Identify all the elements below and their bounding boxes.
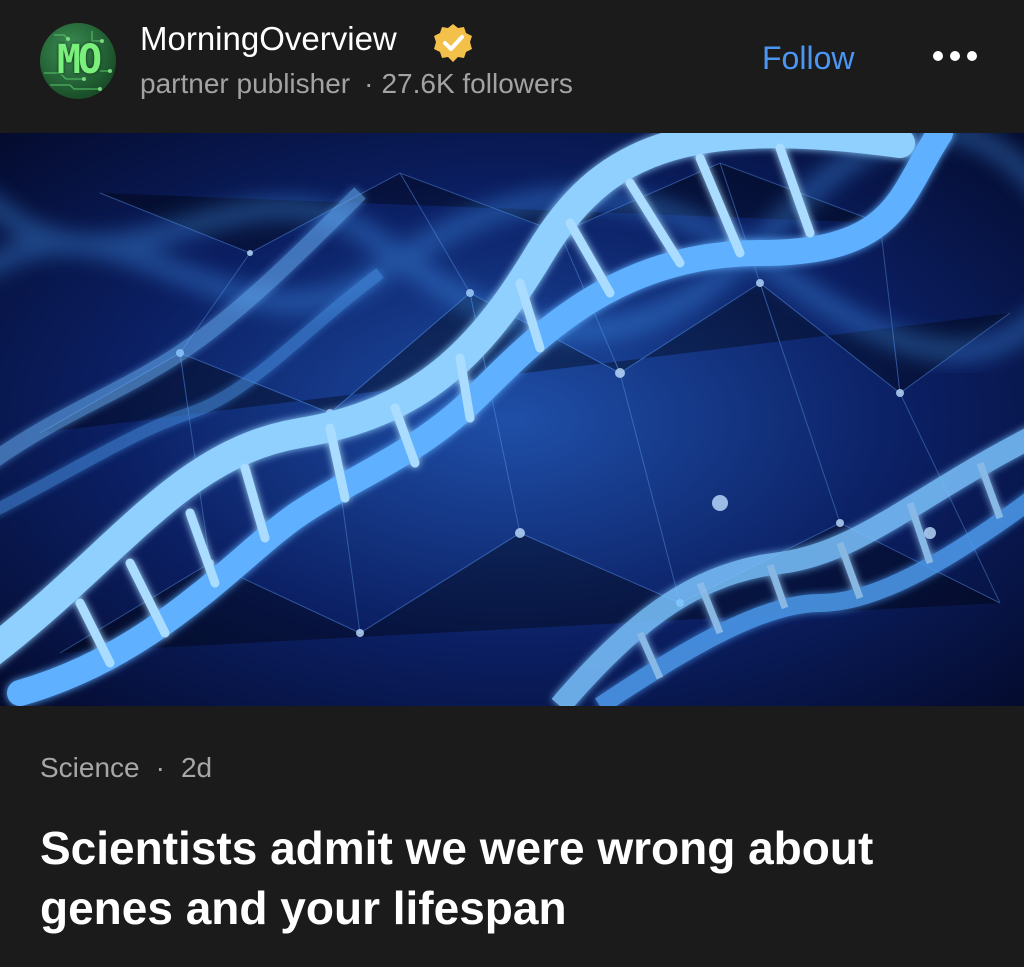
category-label[interactable]: Science: [40, 752, 140, 783]
publisher-role: partner publisher: [140, 68, 351, 99]
meta-separator: ·: [155, 752, 165, 783]
publisher-avatar[interactable]: MO: [40, 23, 116, 99]
more-horizontal-icon[interactable]: [930, 46, 980, 66]
publisher-header: MO MorningOverview partner publisher · 27.…: [0, 0, 1024, 133]
avatar-initials: MO: [56, 37, 102, 83]
verified-badge-icon: [434, 24, 472, 62]
meta-separator: ·: [364, 68, 374, 99]
article-meta: Science · 2d: [40, 752, 212, 784]
article-age: 2d: [180, 752, 213, 783]
article-image[interactable]: [0, 133, 1024, 706]
publisher-name[interactable]: MorningOverview: [140, 20, 397, 58]
follower-count: 27.6K followers: [381, 68, 573, 99]
publisher-meta: partner publisher · 27.6K followers: [140, 68, 573, 100]
follow-button[interactable]: Follow: [762, 40, 854, 77]
dna-helix-image: [0, 133, 1024, 706]
article-title[interactable]: Scientists admit we were wrong about gen…: [40, 818, 980, 938]
